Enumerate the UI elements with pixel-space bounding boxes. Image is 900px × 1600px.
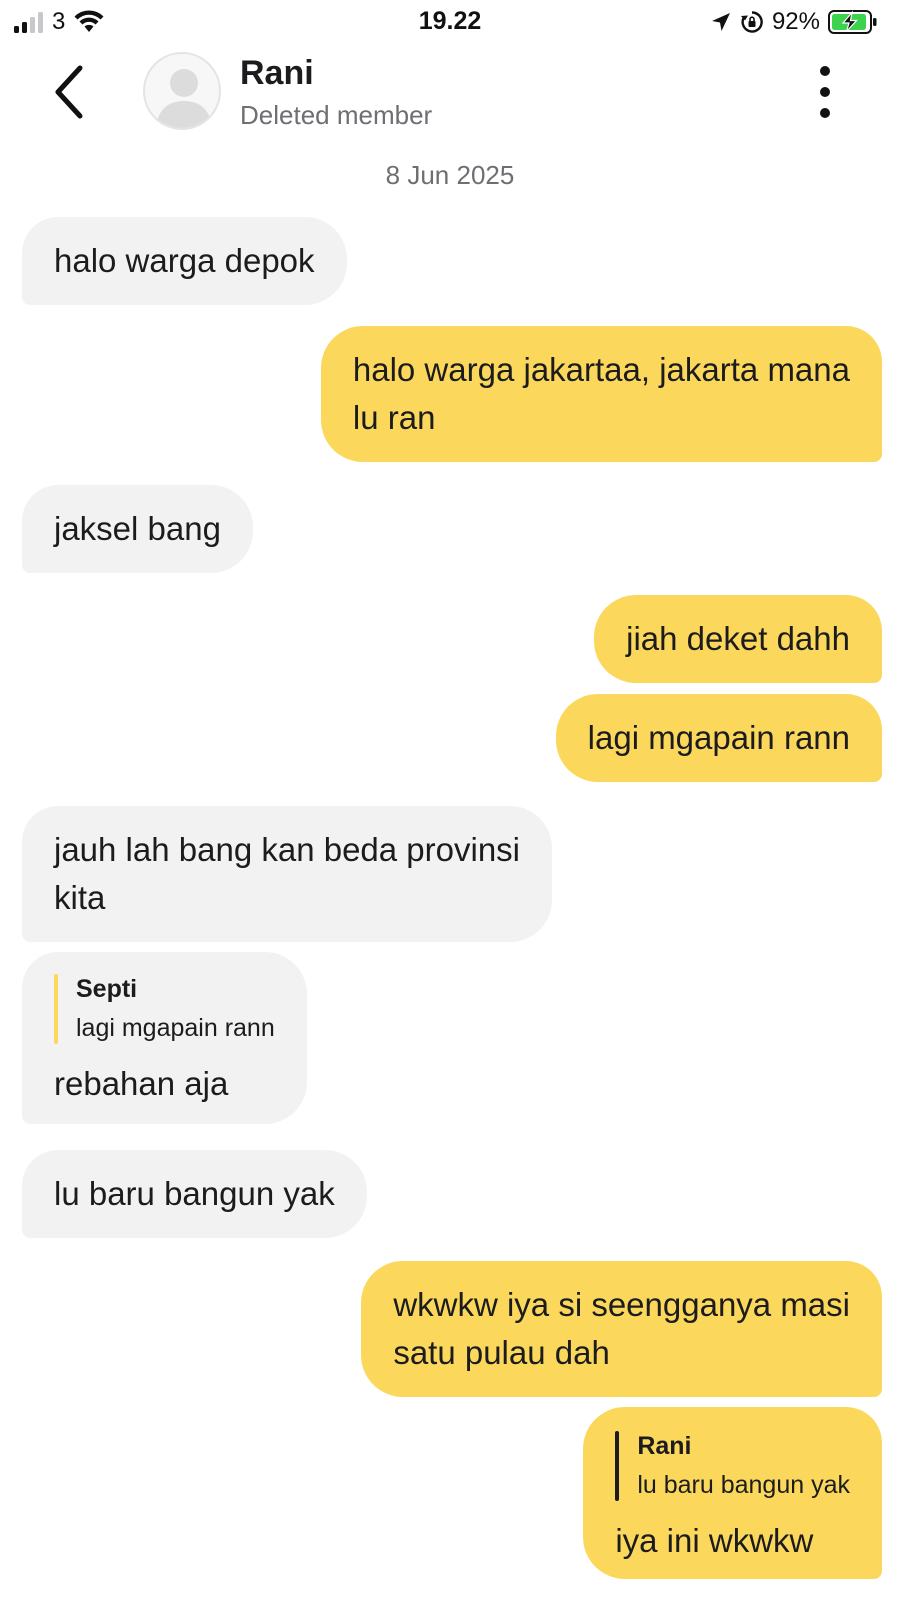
contact-name[interactable]: Rani xyxy=(240,54,314,93)
message-bubble-outgoing-reply[interactable]: Rani lu baru bangun yak iya ini wkwkw xyxy=(583,1407,882,1579)
message-bubble-incoming-reply[interactable]: Septi lagi mgapain rann rebahan aja xyxy=(22,952,307,1124)
status-right: 92% xyxy=(710,8,878,36)
message-bubble-outgoing[interactable]: wkwkw iya si seengganya masi satu pulau … xyxy=(361,1261,882,1397)
quote-text: lu baru bangun yak xyxy=(637,1471,850,1499)
back-button[interactable] xyxy=(46,62,92,122)
reply-quote[interactable]: Septi lagi mgapain rann xyxy=(54,970,275,1048)
message-bubble-outgoing[interactable]: jiah deket dahh xyxy=(594,595,882,683)
chevron-left-icon xyxy=(55,65,83,119)
person-placeholder-icon xyxy=(156,69,212,128)
message-text: iya ini wkwkw xyxy=(615,1522,814,1559)
message-text: rebahan aja xyxy=(54,1065,229,1102)
message-text: halo warga depok xyxy=(54,242,315,279)
message-text: jauh lah bang kan beda provinsi kita xyxy=(54,831,521,916)
message-bubble-outgoing[interactable]: lagi mgapain rann xyxy=(555,694,882,782)
message-text: lagi mgapain rann xyxy=(587,719,850,756)
message-text: jiah deket dahh xyxy=(626,620,850,657)
message-text: jaksel bang xyxy=(54,510,221,547)
chat-header: Rani Deleted member xyxy=(0,46,900,146)
message-text: lu baru bangun yak xyxy=(54,1175,335,1212)
quote-author: Septi xyxy=(76,975,138,1003)
quote-bar xyxy=(615,1431,620,1501)
message-bubble-incoming[interactable]: jauh lah bang kan beda provinsi kita xyxy=(22,806,553,942)
message-text: halo warga jakartaa, jakarta mana lu ran xyxy=(352,351,850,436)
rotation-lock-icon xyxy=(740,11,763,33)
avatar[interactable] xyxy=(143,52,221,130)
message-bubble-incoming[interactable]: jaksel bang xyxy=(22,485,253,573)
message-bubble-incoming[interactable]: halo warga depok xyxy=(22,217,347,305)
more-vertical-icon[interactable] xyxy=(810,64,840,120)
battery-percent: 92% xyxy=(771,8,820,35)
quote-bar xyxy=(54,974,58,1044)
quote-author: Rani xyxy=(637,1432,692,1460)
status-bar: 3 19.22 92% xyxy=(0,0,900,46)
message-bubble-incoming[interactable]: lu baru bangun yak xyxy=(22,1150,367,1238)
message-bubble-outgoing[interactable]: halo warga jakartaa, jakarta mana lu ran xyxy=(320,326,882,462)
location-arrow-icon xyxy=(711,13,730,31)
date-separator: 8 Jun 2025 xyxy=(385,160,515,190)
quote-text: lagi mgapain rann xyxy=(76,1014,275,1042)
message-text: wkwkw iya si seengganya masi satu pulau … xyxy=(393,1286,850,1371)
reply-quote[interactable]: Rani lu baru bangun yak xyxy=(615,1427,850,1505)
battery-charging-icon xyxy=(828,10,877,34)
contact-subtitle: Deleted member xyxy=(240,100,433,130)
chat-screen: 3 19.22 92% Rani Deleted member 8 Jun 20… xyxy=(0,0,900,1600)
